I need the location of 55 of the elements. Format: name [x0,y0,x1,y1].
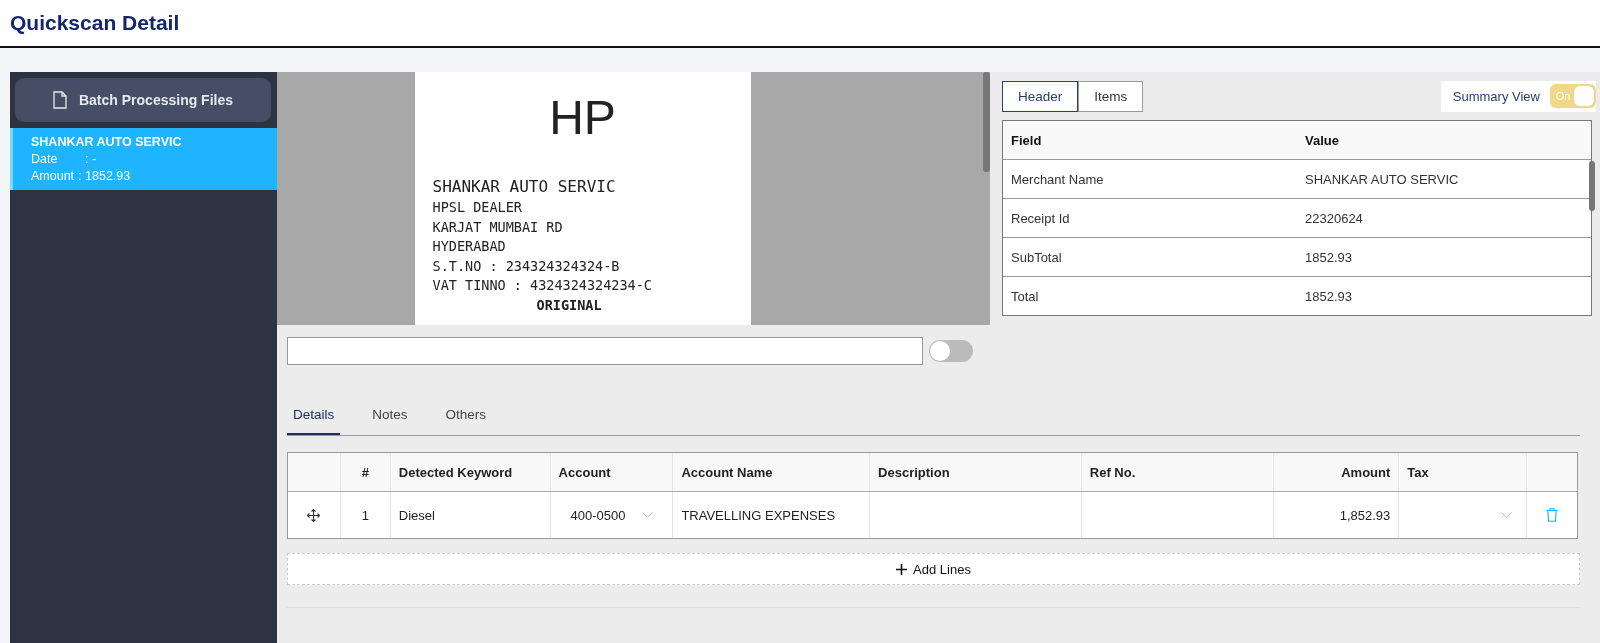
table-cell-text: Receipt Id [1010,209,1071,228]
summary-tab[interactable]: Header [1002,80,1079,112]
amount-label: Amount [31,168,75,185]
search-field[interactable] [287,337,923,365]
table-cell-text: SubTotal [1010,248,1063,267]
table-cell: Diesel [390,492,551,538]
column-header: Tax [1399,453,1528,491]
date-value: : - [85,151,97,168]
column-header: Detected Keyword [390,453,551,491]
table-cell-text: Total [1010,287,1040,306]
summary-view-label: Summary View [1452,88,1540,104]
table-cell: TRAVELLING EXPENSES [673,492,871,538]
document-icon [52,91,67,109]
table-cell-text: SHANKAR AUTO SERVIC [1304,170,1460,189]
file-merchant: SHANKAR AUTO SERVIC [31,134,183,151]
table-cell-text: Merchant Name [1010,170,1105,189]
column-header: Value [1304,131,1340,150]
receipt-line: KARJAT MUMBAI RD [432,217,564,237]
amount-value: : 1852.93 [78,168,131,185]
receipt-line: HYDERABAD [432,237,507,256]
receipt-line: ORIGINAL [535,295,603,315]
column-header: Field [1010,131,1043,150]
column-header: Ref No. [1081,453,1275,491]
scrollbar[interactable] [1589,161,1595,211]
scrollbar[interactable] [983,72,990,172]
table-cell-text: 1852.93 [1304,287,1353,306]
table-cell-text: 1852.93 [1304,248,1353,267]
toggle-switch[interactable] [929,340,973,362]
chevron-down-icon [641,511,653,519]
column-header: Amount [1274,453,1400,491]
summary-tab[interactable]: Items [1078,80,1144,112]
receipt-logo: HP [548,90,617,146]
date-label: Date [31,151,59,168]
account-select[interactable]: 400-0500 [558,507,653,523]
detail-tab[interactable]: Details [287,395,341,435]
table-cell: 1 [340,492,391,538]
trash-icon[interactable] [1546,508,1559,522]
table-cell: 1,852.93 [1274,492,1400,538]
receipt-line: HPSL DEALER [432,198,523,217]
receipt-line: VAT TINNO : 4324324324234-C [432,276,653,295]
detail-tab[interactable]: Notes [366,395,414,435]
column-header: Account Name [673,453,871,491]
receipt-line: SHANKAR AUTO SERVIC [432,176,617,198]
column-header: Account [550,453,674,491]
move-icon[interactable] [307,508,321,522]
page-title: Quickscan Detail [10,11,180,35]
column-header: Description [870,453,1082,491]
batch-processing-button[interactable]: Batch Processing Files [15,78,271,122]
chevron-down-icon [1501,511,1513,519]
receipt-line: S.T.NO : 234324324324-B [432,256,621,276]
detail-tab[interactable]: Others [439,395,493,435]
add-lines-button[interactable]: Add Lines [287,553,1580,585]
plus-icon [896,563,908,575]
table-cell-text: 22320624 [1304,209,1364,228]
column-header: # [340,453,391,491]
